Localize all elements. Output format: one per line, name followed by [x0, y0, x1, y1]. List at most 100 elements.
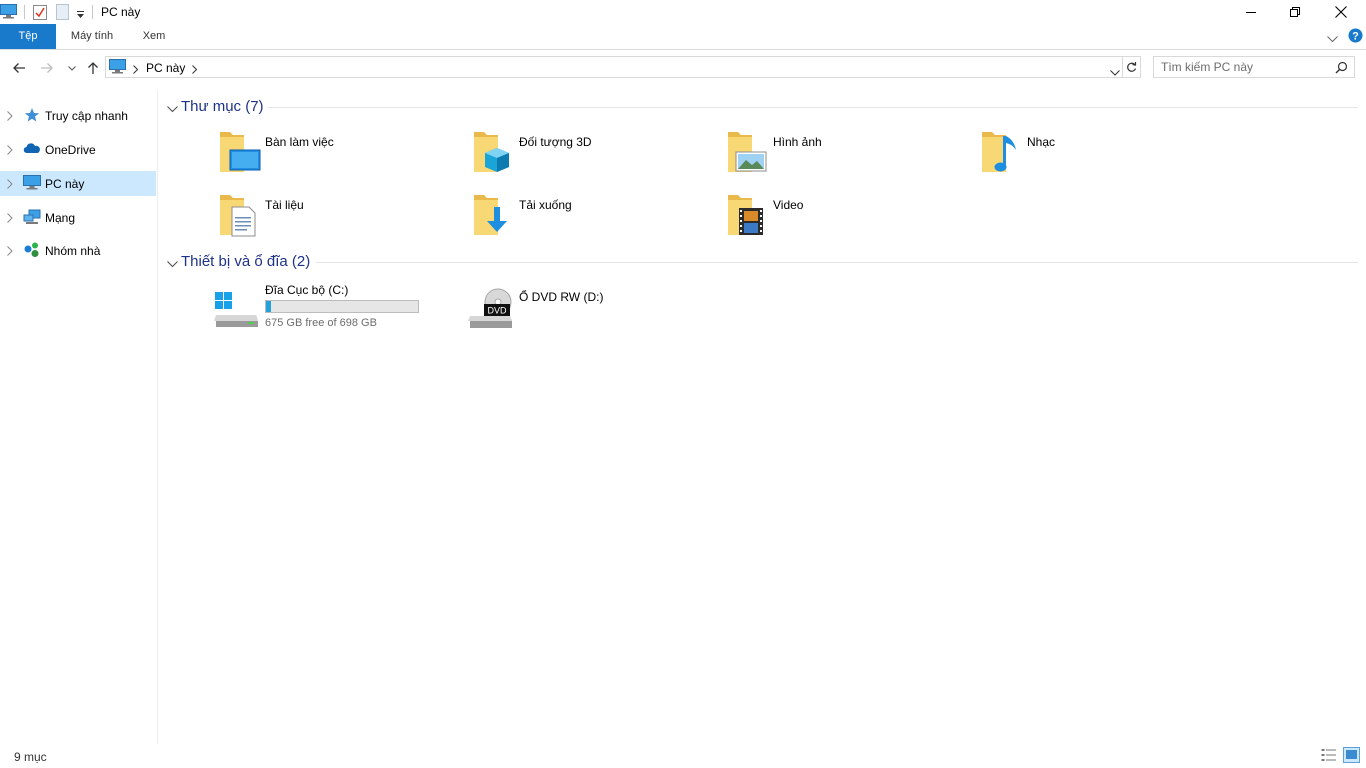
computer-icon [109, 59, 126, 77]
forward-button[interactable] [38, 59, 56, 77]
folder-tile-music[interactable]: Nhạc [981, 130, 1231, 186]
chevron-right-icon[interactable] [7, 110, 13, 124]
folder-tile-desktop[interactable]: Bàn làm việc [219, 130, 469, 186]
chevron-right-icon[interactable] [7, 178, 13, 192]
close-icon [1335, 6, 1347, 18]
group-divider [316, 262, 1358, 263]
sidebar-item-label: OneDrive [45, 143, 96, 157]
item-count: 9 mục [14, 750, 47, 764]
customize-quick-access-icon[interactable] [76, 8, 85, 22]
minimize-icon [1246, 12, 1256, 13]
music-folder-icon [981, 130, 1029, 178]
breadcrumb-chevron-icon[interactable] [133, 63, 139, 77]
chevron-right-icon[interactable] [7, 144, 13, 158]
properties-icon[interactable] [33, 4, 47, 23]
expand-ribbon-icon[interactable] [1327, 32, 1338, 46]
minimize-button[interactable] [1228, 0, 1274, 24]
window-title: PC này [101, 5, 141, 19]
pictures-folder-icon [727, 130, 775, 178]
up-arrow-icon [88, 62, 98, 74]
dvd-badge: DVD [487, 306, 507, 316]
svg-text:?: ? [1352, 31, 1359, 43]
drive-usage-fill [266, 301, 272, 312]
search-icon[interactable] [1335, 61, 1348, 77]
refresh-icon [1126, 62, 1136, 72]
folder-name: Bàn làm việc [265, 135, 334, 149]
documents-folder-icon [219, 193, 267, 241]
tab-computer[interactable]: Máy tính [62, 24, 122, 49]
sidebar-item-homegroup[interactable]: Nhóm nhà [0, 238, 156, 263]
tab-file[interactable]: Tệp [0, 24, 56, 49]
details-view-icon[interactable] [1321, 748, 1337, 765]
downloads-folder-icon [473, 193, 521, 241]
drive-name: Đĩa Cục bộ (C:) [265, 283, 349, 297]
sidebar-item-this-pc[interactable]: PC này [0, 171, 156, 196]
breadcrumb[interactable]: PC này [146, 61, 185, 75]
dvd-drive-icon: DVD [468, 288, 514, 333]
chevron-down-icon [68, 65, 76, 71]
search-box[interactable] [1153, 56, 1355, 78]
help-icon[interactable]: ? [1348, 28, 1363, 46]
group-title: Thiết bị và ổ đĩa (2) [181, 253, 311, 270]
status-bar: 9 mục [0, 744, 1366, 768]
up-button[interactable] [84, 59, 102, 77]
folder-name: Hình ảnh [773, 135, 822, 149]
star-icon [23, 107, 41, 124]
restore-button[interactable] [1272, 0, 1318, 24]
chevron-down-icon[interactable] [167, 257, 178, 271]
network-icon [23, 209, 41, 226]
large-icons-view-icon[interactable] [1343, 747, 1360, 766]
videos-folder-icon [727, 193, 775, 241]
sidebar-item-network[interactable]: Mạng [0, 205, 156, 230]
forward-arrow-icon [41, 63, 53, 73]
drive-name: Ổ DVD RW (D:) [519, 290, 604, 304]
folder-name: Tải xuống [519, 198, 572, 212]
title-bar: PC này [0, 0, 1366, 24]
group-header-devices[interactable]: Thiết bị và ổ đĩa (2) [164, 252, 1358, 272]
sidebar-item-quick-access[interactable]: Truy cập nhanh [0, 103, 156, 128]
tab-view[interactable]: Xem [134, 24, 174, 49]
refresh-button[interactable] [1122, 56, 1141, 78]
chevron-down-icon[interactable] [167, 102, 178, 116]
local-disk-icon [214, 291, 260, 334]
sidebar-item-label: Nhóm nhà [45, 244, 101, 258]
chevron-right-icon[interactable] [7, 212, 13, 226]
back-button[interactable] [10, 59, 28, 77]
folder-name: Tài liệu [265, 198, 304, 212]
folder-name: Video [773, 198, 804, 212]
folder-tile-videos[interactable]: Video [727, 193, 977, 249]
new-folder-icon[interactable] [56, 4, 69, 23]
chevron-right-icon[interactable] [7, 245, 13, 259]
restore-icon [1290, 7, 1300, 17]
address-bar[interactable]: PC này [105, 56, 1123, 78]
folder-tile-3d-objects[interactable]: Đối tượng 3D [473, 130, 723, 186]
group-title: Thư mục (7) [181, 98, 264, 115]
back-arrow-icon [13, 63, 25, 73]
drive-free-space: 675 GB free of 698 GB [265, 317, 377, 329]
drive-tile-c[interactable]: Đĩa Cục bộ (C:) 675 GB free of 698 GB [214, 281, 464, 337]
close-button[interactable] [1318, 0, 1364, 24]
folder-tile-pictures[interactable]: Hình ảnh [727, 130, 977, 186]
breadcrumb-chevron-icon[interactable] [192, 63, 198, 77]
desktop-folder-icon [219, 130, 267, 178]
sidebar-item-label: PC này [45, 177, 85, 191]
computer-icon[interactable] [0, 4, 17, 22]
drive-tile-d[interactable]: DVD Ổ DVD RW (D:) [468, 288, 718, 344]
address-dropdown-icon[interactable] [1110, 65, 1120, 79]
group-divider [268, 107, 1358, 108]
homegroup-icon [23, 242, 41, 259]
folder-tile-documents[interactable]: Tài liệu [219, 193, 469, 249]
cloud-icon [23, 141, 41, 158]
sidebar-item-onedrive[interactable]: OneDrive [0, 137, 156, 162]
group-header-folders[interactable]: Thư mục (7) [164, 97, 1358, 117]
recent-locations-button[interactable] [63, 59, 81, 77]
search-input[interactable] [1161, 57, 1331, 77]
folder-name: Đối tượng 3D [519, 135, 592, 149]
sidebar-item-label: Truy cập nhanh [45, 109, 128, 123]
computer-icon [23, 175, 41, 192]
folder-tile-downloads[interactable]: Tải xuống [473, 193, 723, 249]
drive-usage-bar [265, 300, 419, 313]
navigation-pane: Truy cập nhanh OneDrive PC này Mạng Nhóm… [0, 90, 158, 744]
3d-objects-folder-icon [473, 130, 521, 178]
ribbon: Tệp Máy tính Xem ? [0, 24, 1366, 50]
